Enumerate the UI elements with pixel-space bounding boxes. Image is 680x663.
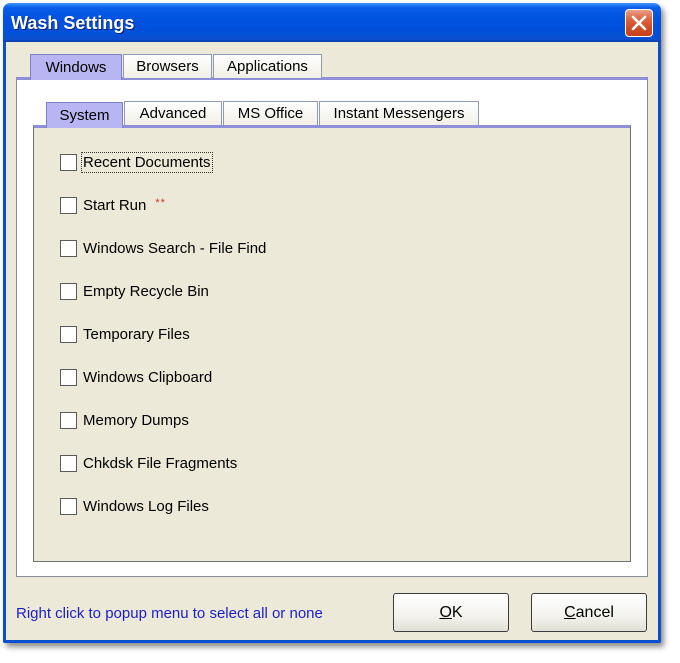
close-button[interactable]: [625, 9, 653, 37]
windows-search-checkbox[interactable]: [60, 239, 77, 257]
empty-recycle-bin-checkbox[interactable]: [60, 282, 77, 300]
tab-advanced-label: Advanced: [139, 105, 207, 122]
option-memory-dumps[interactable]: Memory Dumps: [60, 410, 189, 430]
cancel-label-rest: ancel: [575, 604, 614, 621]
windows-log-files-checkbox[interactable]: [60, 497, 77, 515]
option-label: Empty Recycle Bin: [83, 282, 209, 300]
tab-advanced[interactable]: Advanced: [124, 101, 222, 125]
start-run-checkbox[interactable]: [60, 196, 77, 214]
option-windows-search[interactable]: Windows Search - File Find: [60, 238, 266, 258]
option-label: Windows Clipboard: [83, 368, 213, 386]
memory-dumps-checkbox[interactable]: [60, 411, 77, 429]
tab-browsers-label: Browsers: [136, 58, 199, 75]
tab-instant-messengers-label: Instant Messengers: [333, 105, 465, 122]
close-icon: [631, 15, 647, 31]
tab-ms-office-label: MS Office: [237, 105, 304, 122]
select-hint-text: Right click to popup menu to select all …: [16, 605, 323, 622]
tab-system[interactable]: System: [46, 102, 123, 128]
tab-instant-messengers[interactable]: Instant Messengers: [319, 101, 479, 125]
option-label: Temporary Files: [83, 325, 190, 343]
option-label: Memory Dumps: [83, 411, 189, 429]
cancel-mnemonic: C: [564, 604, 576, 621]
tab-ms-office[interactable]: MS Office: [223, 101, 318, 125]
window-title: Wash Settings: [11, 13, 135, 33]
option-temporary-files[interactable]: Temporary Files: [60, 324, 190, 344]
ok-label-rest: K: [451, 604, 463, 621]
ok-button[interactable]: OK: [393, 593, 509, 632]
ok-mnemonic: O: [439, 604, 452, 621]
tab-windows-label: Windows: [45, 59, 107, 76]
windows-clipboard-checkbox[interactable]: [60, 368, 77, 386]
cancel-button[interactable]: Cancel: [531, 593, 647, 632]
option-recent-documents[interactable]: Recent Documents: [60, 151, 213, 173]
option-empty-recycle-bin[interactable]: Empty Recycle Bin: [60, 281, 209, 301]
recent-documents-checkbox[interactable]: [60, 153, 77, 171]
chkdsk-file-fragments-checkbox[interactable]: [60, 454, 77, 472]
option-label: Chkdsk File Fragments: [83, 454, 238, 472]
option-chkdsk-file-fragments[interactable]: Chkdsk File Fragments: [60, 453, 237, 473]
tab-browsers[interactable]: Browsers: [123, 54, 212, 78]
option-label: Windows Search - File Find: [83, 239, 267, 257]
option-label: Start Run: [83, 196, 147, 214]
temporary-files-checkbox[interactable]: [60, 325, 77, 343]
tab-system-label: System: [59, 107, 110, 124]
option-start-run[interactable]: Start Run **: [60, 195, 166, 215]
option-label: Recent Documents: [81, 151, 213, 173]
option-windows-log-files[interactable]: Windows Log Files: [60, 496, 209, 516]
title-bar: Wash Settings: [3, 3, 661, 42]
option-windows-clipboard[interactable]: Windows Clipboard: [60, 367, 212, 387]
tab-windows[interactable]: Windows: [30, 54, 122, 80]
tab-applications[interactable]: Applications: [213, 54, 322, 78]
note-marker: **: [155, 197, 166, 209]
option-label: Windows Log Files: [83, 497, 209, 515]
tab-applications-label: Applications: [227, 58, 308, 75]
